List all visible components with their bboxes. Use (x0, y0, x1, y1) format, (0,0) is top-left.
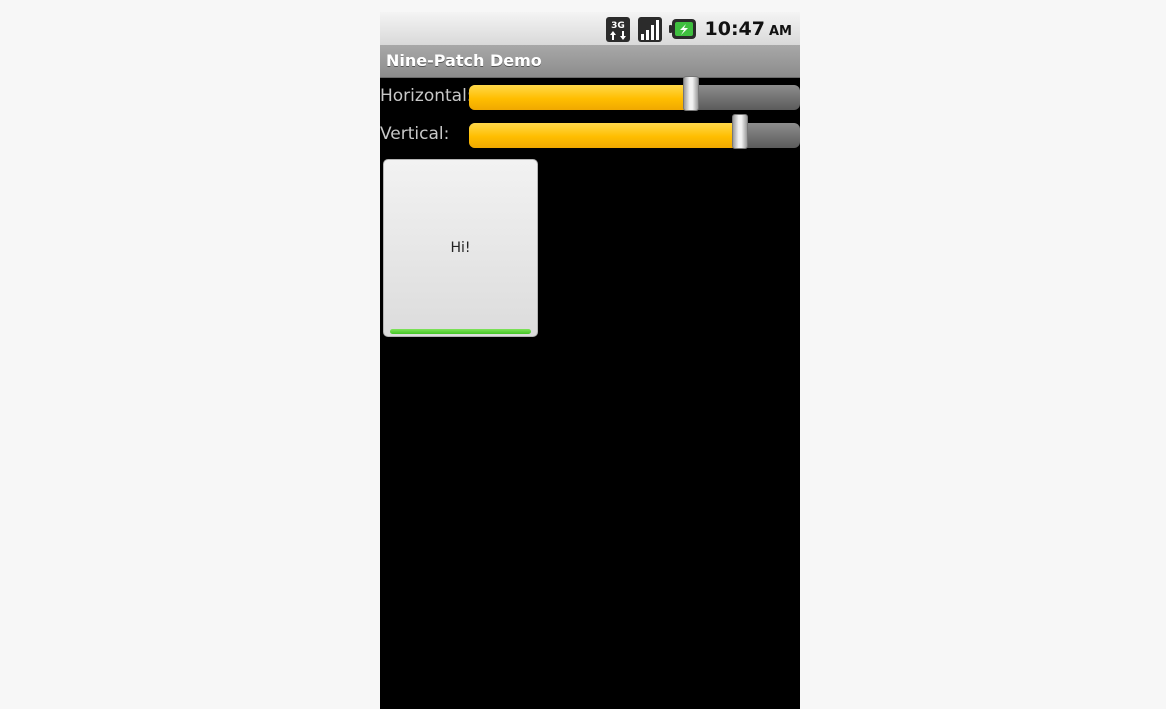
horizontal-seekbar[interactable] (469, 85, 800, 110)
3g-data-icon: 3G (605, 16, 630, 42)
vertical-seekbar[interactable] (469, 123, 800, 148)
vertical-seekbar-fill (469, 123, 741, 148)
horizontal-seekbar-thumb[interactable] (682, 76, 699, 111)
clock: 10:47 AM (705, 18, 792, 40)
signal-strength-icon (637, 16, 662, 42)
vertical-label: Vertical: (380, 124, 450, 144)
status-icons: 3G 10:47 AM (605, 14, 792, 44)
clock-time: 10:47 (704, 18, 765, 40)
status-bar: 3G 10:47 AM (380, 12, 800, 45)
title-bar: Nine-Patch Demo (380, 45, 800, 78)
battery-charging-icon (668, 19, 696, 39)
hi-button[interactable]: Hi! (383, 159, 538, 337)
vertical-row: Vertical: (380, 114, 800, 151)
horizontal-seekbar-fill (469, 85, 691, 110)
vertical-seekbar-thumb[interactable] (732, 114, 749, 149)
hi-button-label: Hi! (450, 240, 471, 256)
horizontal-row: Horizontal: (380, 76, 800, 113)
hi-button-accent-bar (390, 329, 531, 334)
svg-text:3G: 3G (611, 21, 625, 31)
app-title: Nine-Patch Demo (386, 51, 542, 70)
phone-screen: 3G 10:47 AM Nine-Patch Demo Horizontal: … (380, 12, 800, 709)
clock-ampm: AM (769, 24, 792, 39)
horizontal-label: Horizontal: (380, 86, 473, 106)
